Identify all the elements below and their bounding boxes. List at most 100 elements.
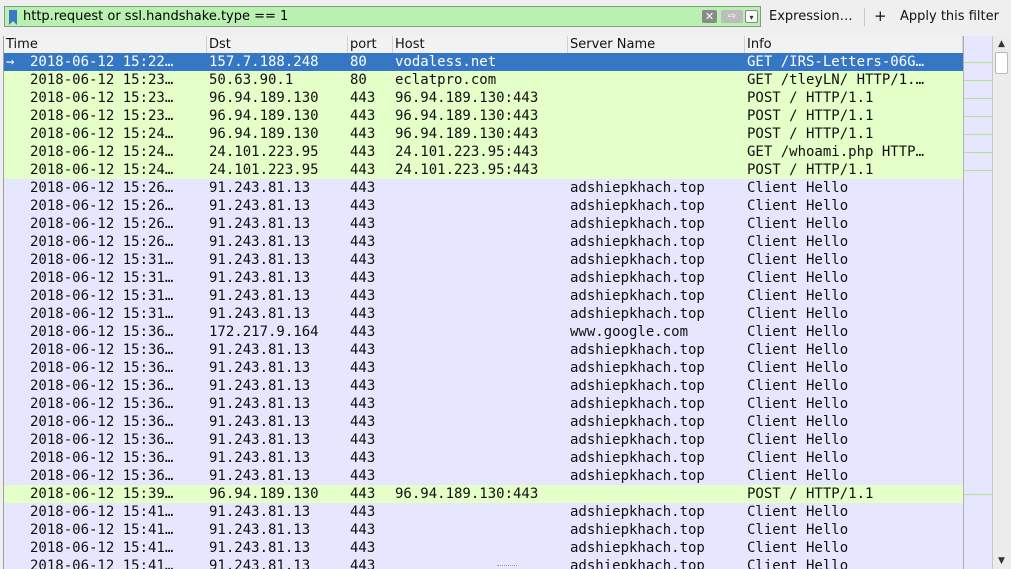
packet-row[interactable]: 2018-06-12 15:36… 91.243.81.13 443 adshiepk…	[4, 395, 963, 413]
scrollbar-thumb[interactable]	[995, 52, 1008, 74]
packet-row[interactable]: 2018-06-12 15:23… 50.63.90.1 80 eclatpro.co…	[4, 71, 963, 89]
cell-time: 2018-06-12 15:36…	[30, 414, 174, 430]
cell-host	[393, 539, 568, 557]
cell-port: 443	[350, 342, 376, 358]
apply-this-filter-button[interactable]: Apply this filter	[900, 9, 999, 24]
cell-dst: 50.63.90.1	[209, 72, 294, 88]
cell-dst: 172.217.9.164	[209, 324, 319, 340]
cell-info: Client Hello	[747, 288, 849, 304]
cell-dst: 96.94.189.130	[209, 126, 319, 142]
scroll-down-icon[interactable]: ▼	[995, 555, 1008, 567]
packet-row[interactable]: 2018-06-12 15:36… 91.243.81.13 443 adshiepk…	[4, 359, 963, 377]
cell-host	[393, 287, 568, 305]
cell-port: 443	[350, 432, 376, 448]
cell-server-name: adshiepkhach.top	[570, 504, 705, 520]
packet-row[interactable]: 2018-06-12 15:31… 91.243.81.13 443 adshiepk…	[4, 251, 963, 269]
cell-time: 2018-06-12 15:23…	[30, 90, 174, 106]
packet-row[interactable]: 2018-06-12 15:24… 24.101.223.95 443 24.101.…	[4, 161, 963, 179]
cell-host: vodaless.net	[395, 54, 497, 70]
cell-time: 2018-06-12 15:36…	[30, 378, 174, 394]
packet-row[interactable]: 2018-06-12 15:24… 24.101.223.95 443 24.101.…	[4, 143, 963, 161]
cell-port: 443	[350, 252, 376, 268]
cell-dst: 24.101.223.95	[209, 144, 319, 160]
packet-row[interactable]: 2018-06-12 15:41… 91.243.81.13 443 adshiepk…	[4, 521, 963, 539]
cell-host	[393, 431, 568, 449]
packet-minimap[interactable]	[963, 36, 992, 569]
cell-port: 443	[350, 486, 376, 502]
cell-dst: 91.243.81.13	[209, 558, 311, 569]
cell-dst: 91.243.81.13	[209, 414, 311, 430]
column-header-host[interactable]: Host	[393, 36, 568, 53]
column-header-time[interactable]: Time	[4, 36, 207, 53]
packet-row[interactable]: 2018-06-12 15:26… 91.243.81.13 443 adshiepk…	[4, 179, 963, 197]
packet-row[interactable]: 2018-06-12 15:26… 91.243.81.13 443 adshiepk…	[4, 233, 963, 251]
add-filter-button[interactable]: +	[874, 7, 887, 25]
packet-row[interactable]: 2018-06-12 15:36… 91.243.81.13 443 adshiepk…	[4, 377, 963, 395]
packet-row[interactable]: 2018-06-12 15:41… 91.243.81.13 443 adshiepk…	[4, 503, 963, 521]
cell-port: 443	[350, 234, 376, 250]
packet-row[interactable]: 2018-06-12 15:31… 91.243.81.13 443 adshiepk…	[4, 305, 963, 323]
display-filter-text[interactable]: http.request or ssl.handshake.type == 1	[23, 8, 288, 26]
packet-row[interactable]: 2018-06-12 15:36… 172.217.9.164 443 www.goo…	[4, 323, 963, 341]
cell-port: 443	[350, 504, 376, 520]
expression-button[interactable]: Expression…	[769, 9, 853, 24]
cell-time: 2018-06-12 15:26…	[30, 180, 174, 196]
cell-dst: 91.243.81.13	[209, 306, 311, 322]
packet-row[interactable]: 2018-06-12 15:36… 91.243.81.13 443 adshiepk…	[4, 431, 963, 449]
cell-dst: 91.243.81.13	[209, 432, 311, 448]
column-header-info[interactable]: Info	[745, 36, 963, 53]
cell-info: Client Hello	[747, 306, 849, 322]
cell-server-name	[568, 143, 745, 161]
packet-row[interactable]: 2018-06-12 15:26… 91.243.81.13 443 adshiepk…	[4, 215, 963, 233]
cell-server-name	[568, 53, 745, 71]
splitter-grip[interactable]	[497, 565, 517, 569]
cell-server-name: adshiepkhach.top	[570, 288, 705, 304]
packet-row[interactable]: 2018-06-12 15:23… 96.94.189.130 443 96.94.1…	[4, 89, 963, 107]
minimap-mark	[964, 134, 992, 135]
column-header-server-name[interactable]: Server Name	[568, 36, 745, 53]
cell-server-name	[568, 107, 745, 125]
cell-time: 2018-06-12 15:41…	[30, 540, 174, 556]
minimap-mark	[964, 62, 992, 63]
scroll-up-icon[interactable]: ▲	[995, 38, 1008, 50]
cell-port: 443	[350, 522, 376, 538]
cell-port: 443	[350, 162, 376, 178]
packet-row[interactable]: 2018-06-12 15:36… 91.243.81.13 443 adshiepk…	[4, 413, 963, 431]
column-header-dst[interactable]: Dst	[207, 36, 348, 53]
packet-row[interactable]: 2018-06-12 15:23… 96.94.189.130 443 96.94.1…	[4, 107, 963, 125]
cell-host	[393, 215, 568, 233]
cell-dst: 91.243.81.13	[209, 180, 311, 196]
column-header-port[interactable]: port	[348, 36, 393, 53]
cell-dst: 91.243.81.13	[209, 396, 311, 412]
packet-row[interactable]: 2018-06-12 15:41… 91.243.81.13 443 adshiepk…	[4, 539, 963, 557]
cell-time: 2018-06-12 15:24…	[30, 144, 174, 160]
cell-time: 2018-06-12 15:31…	[30, 252, 174, 268]
packet-row[interactable]: 2018-06-12 15:26… 91.243.81.13 443 adshiepk…	[4, 197, 963, 215]
cell-port: 443	[350, 288, 376, 304]
packet-row[interactable]: 2018-06-12 15:24… 96.94.189.130 443 96.94.1…	[4, 125, 963, 143]
packet-row[interactable]: 2018-06-12 15:41… 91.243.81.13 443 adshiepk…	[4, 557, 963, 569]
packet-row[interactable]: 2018-06-12 15:31… 91.243.81.13 443 adshiepk…	[4, 287, 963, 305]
vertical-scrollbar[interactable]: ▲ ▼	[992, 36, 1010, 569]
packet-row[interactable]: 2018-06-12 15:36… 91.243.81.13 443 adshiepk…	[4, 449, 963, 467]
display-filter-toolbar: http.request or ssl.handshake.type == 1 …	[0, 0, 1011, 34]
cell-port: 443	[350, 396, 376, 412]
cell-time: 2018-06-12 15:36…	[30, 396, 174, 412]
cell-host	[393, 449, 568, 467]
packet-row[interactable]: 2018-06-12 15:36… 91.243.81.13 443 adshiepk…	[4, 467, 963, 485]
display-filter-input[interactable]: http.request or ssl.handshake.type == 1 …	[4, 6, 761, 27]
clear-filter-button[interactable]: ✕	[702, 10, 717, 23]
cell-server-name: www.google.com	[570, 324, 689, 340]
apply-arrow-button[interactable]: ⇨	[721, 10, 743, 23]
cell-server-name: adshiepkhach.top	[570, 234, 705, 250]
packet-row[interactable]: 2018-06-12 15:39… 96.94.189.130 443 96.94.1…	[4, 485, 963, 503]
packet-row[interactable]: 2018-06-12 15:31… 91.243.81.13 443 adshiepk…	[4, 269, 963, 287]
bookmark-icon[interactable]	[9, 10, 17, 25]
packet-row[interactable]: 2018-06-12 15:36… 91.243.81.13 443 adshiepk…	[4, 341, 963, 359]
cell-info: POST / HTTP/1.1	[747, 90, 874, 106]
filter-history-dropdown-icon[interactable]: ▾	[745, 10, 758, 23]
cell-host: 96.94.189.130:443	[395, 90, 539, 106]
cell-port: 443	[350, 198, 376, 214]
cell-info: GET /IRS-Letters-06G…	[747, 54, 925, 70]
packet-row[interactable]: → 2018-06-12 15:22… 157.7.188.248 80 vodales…	[4, 53, 963, 71]
